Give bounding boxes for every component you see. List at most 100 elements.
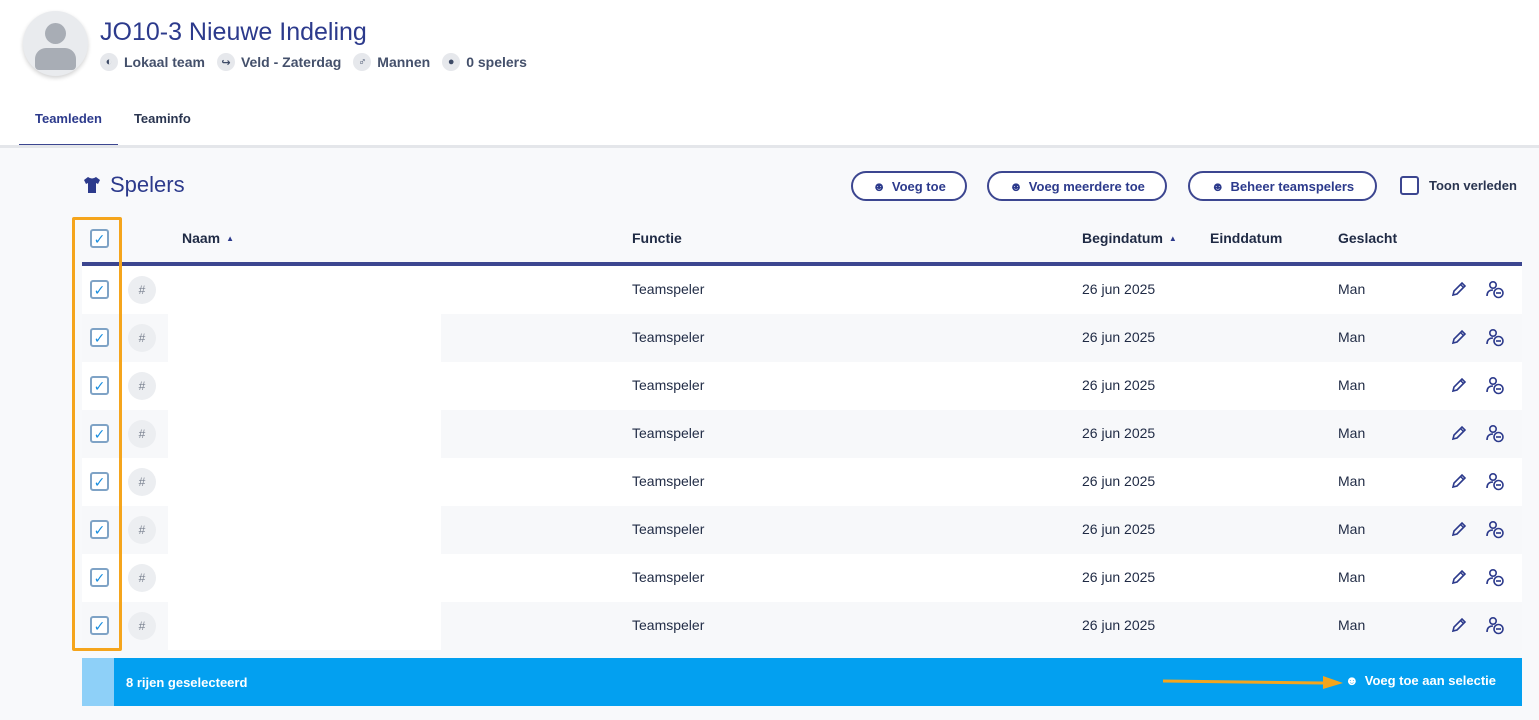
cell-gender: Man	[1338, 569, 1366, 585]
cell-start-date: 26 jun 2025	[1082, 521, 1156, 537]
tab-bar: Teamleden Teaminfo	[19, 100, 207, 147]
cell-function: Teamspeler	[632, 521, 705, 537]
remove-player-icon[interactable]	[1485, 423, 1505, 443]
select-all-checkbox[interactable]: ✓	[90, 229, 109, 248]
column-header-function[interactable]: Functie	[632, 230, 682, 246]
remove-player-icon[interactable]	[1485, 279, 1505, 299]
show-past-toggle[interactable]: Toon verleden	[1400, 176, 1517, 195]
cell-function: Teamspeler	[632, 377, 705, 393]
add-to-selection-button[interactable]: ☻ Voeg toe aan selectie	[1345, 673, 1496, 688]
row-checkbox[interactable]: ✓	[90, 568, 109, 587]
shirt-number: #	[128, 324, 156, 352]
users-icon: ☻	[1345, 673, 1359, 688]
table-header: ✓ Naam ▲ Functie Begindatum ▲ Einddatum …	[82, 218, 1522, 266]
edit-icon[interactable]	[1449, 567, 1469, 587]
meta-team-type: ◐ Lokaal team	[100, 53, 205, 71]
cell-function: Teamspeler	[632, 473, 705, 489]
sort-asc-icon: ▲	[226, 233, 235, 243]
cell-start-date: 26 jun 2025	[1082, 329, 1156, 345]
shirt-number: #	[128, 612, 156, 640]
row-checkbox[interactable]: ✓	[90, 520, 109, 539]
column-header-end-date[interactable]: Einddatum	[1210, 230, 1282, 246]
cell-start-date: 26 jun 2025	[1082, 377, 1156, 393]
table-row[interactable]: ✓ # Teamspeler 26 jun 2025 Man	[82, 266, 1522, 314]
table-row[interactable]: ✓ # Teamspeler 26 jun 2025 Man	[82, 602, 1522, 650]
cell-function: Teamspeler	[632, 329, 705, 345]
cell-gender: Man	[1338, 617, 1366, 633]
shield-icon: ◐	[100, 53, 118, 71]
manage-players-button[interactable]: ☻ Beheer teamspelers	[1188, 171, 1377, 201]
cell-gender: Man	[1338, 377, 1366, 393]
male-icon: ♂	[353, 53, 372, 71]
edit-icon[interactable]	[1449, 615, 1469, 635]
cell-gender: Man	[1338, 425, 1366, 441]
meta-field: ↪ Veld - Zaterdag	[216, 53, 341, 71]
cell-gender: Man	[1338, 521, 1366, 537]
add-player-button[interactable]: ☻ Voeg toe	[851, 171, 967, 201]
add-users-icon: ☻	[1009, 178, 1023, 194]
row-checkbox[interactable]: ✓	[90, 280, 109, 299]
table-row[interactable]: ✓ # Teamspeler 26 jun 2025 Man	[82, 458, 1522, 506]
team-header: JO10-3 Nieuwe Indeling ◐ Lokaal team ↪ V…	[0, 0, 1539, 148]
row-checkbox[interactable]: ✓	[90, 472, 109, 491]
remove-player-icon[interactable]	[1485, 615, 1505, 635]
table-row[interactable]: ✓ # Teamspeler 26 jun 2025 Man	[82, 314, 1522, 362]
manage-users-icon: ☻	[1210, 178, 1225, 194]
shirt-number: #	[128, 516, 156, 544]
row-checkbox[interactable]: ✓	[90, 376, 109, 395]
shirt-number: #	[128, 420, 156, 448]
table-body: ✓ # Teamspeler 26 jun 2025 Man ✓ # Teams…	[82, 266, 1522, 650]
shirt-number: #	[128, 468, 156, 496]
column-header-start-date[interactable]: Begindatum ▲	[1082, 230, 1177, 246]
tab-teamleden[interactable]: Teamleden	[19, 100, 118, 147]
remove-player-icon[interactable]	[1485, 519, 1505, 539]
add-multiple-button[interactable]: ☻ Voeg meerdere toe	[987, 171, 1167, 201]
cell-gender: Man	[1338, 473, 1366, 489]
shirt-number: #	[128, 372, 156, 400]
meta-players: ● 0 spelers	[442, 53, 527, 71]
row-checkbox[interactable]: ✓	[90, 424, 109, 443]
cell-function: Teamspeler	[632, 281, 705, 297]
edit-icon[interactable]	[1449, 519, 1469, 539]
players-table: ✓ Naam ▲ Functie Begindatum ▲ Einddatum …	[82, 218, 1522, 650]
shirt-icon	[84, 177, 100, 193]
remove-player-icon[interactable]	[1485, 567, 1505, 587]
players-section: Spelers ☻ Voeg toe ☻ Voeg meerdere toe ☻…	[0, 148, 1539, 720]
cell-gender: Man	[1338, 281, 1366, 297]
sort-asc-icon: ▲	[1168, 233, 1177, 243]
tab-teaminfo[interactable]: Teaminfo	[118, 100, 207, 147]
edit-icon[interactable]	[1449, 375, 1469, 395]
edit-icon[interactable]	[1449, 327, 1469, 347]
add-user-icon: ☻	[872, 178, 886, 194]
shirt-number: #	[128, 276, 156, 304]
team-meta: ◐ Lokaal team ↪ Veld - Zaterdag ♂ Mannen…	[100, 53, 527, 71]
cell-start-date: 26 jun 2025	[1082, 281, 1156, 297]
edit-icon[interactable]	[1449, 471, 1469, 491]
runner-icon: ↪	[216, 53, 235, 71]
team-avatar	[23, 11, 88, 76]
column-header-gender[interactable]: Geslacht	[1338, 230, 1397, 246]
row-checkbox[interactable]: ✓	[90, 328, 109, 347]
meta-gender: ♂ Mannen	[353, 53, 430, 71]
players-icon: ●	[442, 53, 461, 71]
remove-player-icon[interactable]	[1485, 471, 1505, 491]
cell-function: Teamspeler	[632, 425, 705, 441]
remove-player-icon[interactable]	[1485, 327, 1505, 347]
row-checkbox[interactable]: ✓	[90, 616, 109, 635]
cell-start-date: 26 jun 2025	[1082, 569, 1156, 585]
table-row[interactable]: ✓ # Teamspeler 26 jun 2025 Man	[82, 554, 1522, 602]
page-title: JO10-3 Nieuwe Indeling	[100, 18, 367, 46]
edit-icon[interactable]	[1449, 423, 1469, 443]
section-title: Spelers	[82, 172, 185, 198]
column-header-name[interactable]: Naam ▲	[182, 230, 234, 246]
table-row[interactable]: ✓ # Teamspeler 26 jun 2025 Man	[82, 362, 1522, 410]
cell-function: Teamspeler	[632, 569, 705, 585]
show-past-checkbox[interactable]	[1400, 176, 1419, 195]
remove-player-icon[interactable]	[1485, 375, 1505, 395]
cell-gender: Man	[1338, 329, 1366, 345]
table-row[interactable]: ✓ # Teamspeler 26 jun 2025 Man	[82, 410, 1522, 458]
cell-start-date: 26 jun 2025	[1082, 425, 1156, 441]
table-row[interactable]: ✓ # Teamspeler 26 jun 2025 Man	[82, 506, 1522, 554]
cell-function: Teamspeler	[632, 617, 705, 633]
edit-icon[interactable]	[1449, 279, 1469, 299]
